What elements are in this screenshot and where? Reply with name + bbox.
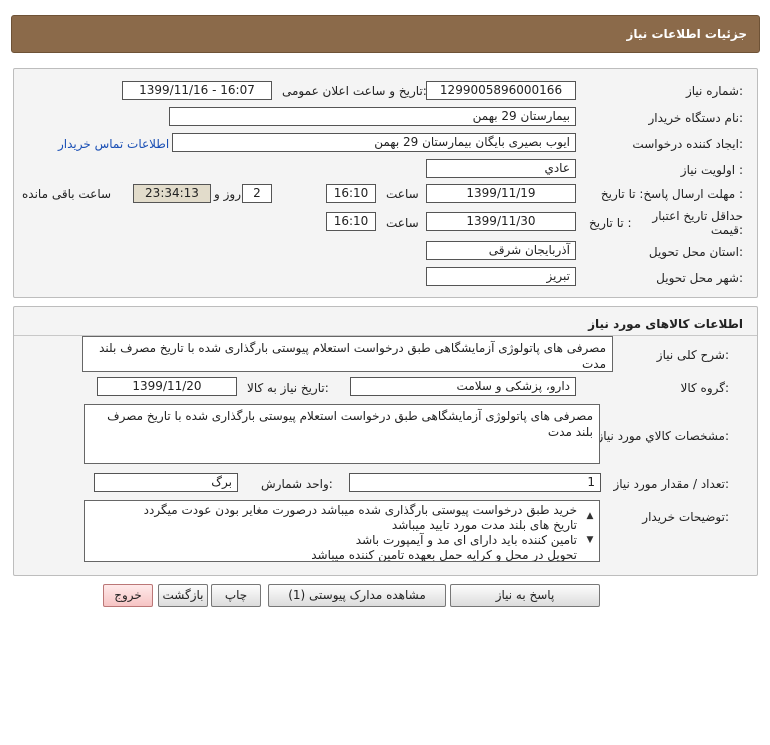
- specs-label: مشخصات کالاي مورد نیاز:: [597, 429, 729, 443]
- remaining-label: ساعت باقی مانده: [22, 187, 112, 201]
- general-desc-field: مصرفی های پاتولوژی آزمایشگاهی طبق درخواس…: [82, 336, 613, 372]
- buyer-notes-box[interactable]: خرید طبق درخواست پیوستی بارگذاری شده میب…: [84, 500, 600, 562]
- requester-field: ایوب بصیری بایگان بیمارستان 29 بهمن: [172, 133, 576, 152]
- province-field: آذربایجان شرقی: [426, 241, 576, 260]
- requester-label: ایجاد کننده درخواست:: [632, 137, 743, 151]
- priority-field: عادي: [426, 159, 576, 178]
- quantity-field: 1: [349, 473, 601, 492]
- days-remaining-field: 2: [242, 184, 272, 203]
- scroll-down-icon[interactable]: ▼: [585, 528, 595, 552]
- page-title: جزئیات اطلاعات نیاز: [626, 27, 747, 41]
- validity-label-line2: قیمت:: [710, 223, 743, 237]
- unit-field: برگ: [94, 473, 238, 492]
- deadline-time-field: 16:10: [326, 184, 376, 203]
- need-number-label: شماره نیاز:: [685, 84, 743, 98]
- notes-line: خرید طبق درخواست پیوستی بارگذاری شده میب…: [143, 503, 577, 517]
- goods-section-title: اطلاعات کالاهای مورد نیاز: [588, 317, 743, 331]
- days-label: روز و: [214, 187, 241, 201]
- scroll-up-icon[interactable]: ▲: [585, 504, 595, 528]
- validity-date-label: تا تاریخ :: [589, 216, 632, 230]
- need-info-panel: شماره نیاز: 1299005896000166 تاریخ و ساع…: [13, 68, 758, 298]
- validity-time-field: 16:10: [326, 212, 376, 231]
- general-desc-label: شرح کلی نیاز:: [656, 348, 729, 362]
- goods-group-label: گروه کالا:: [680, 381, 730, 395]
- goods-info-panel: اطلاعات کالاهای مورد نیاز شرح کلی نیاز: …: [13, 306, 758, 576]
- priority-label: اولویت نیاز :: [680, 163, 743, 177]
- page-header: جزئیات اطلاعات نیاز: [11, 15, 760, 53]
- notes-line: تاریخ های بلند مدت مورد تایید میباشد: [391, 518, 577, 532]
- validity-time-label: ساعت: [386, 216, 419, 230]
- buyer-org-label: نام دستگاه خریدار:: [648, 111, 744, 125]
- province-label: استان محل تحویل:: [648, 245, 743, 259]
- announce-label: تاریخ و ساعت اعلان عمومی:: [282, 84, 427, 98]
- goods-group-field: دارو، پزشکی و سلامت: [350, 377, 576, 396]
- remaining-time-field: 23:34:13: [133, 184, 211, 203]
- exit-button[interactable]: خروج: [103, 584, 153, 607]
- specs-field: مصرفی های پاتولوژی آزمایشگاهی طبق درخواس…: [84, 404, 600, 464]
- validity-date-field: 1399/11/30: [426, 212, 576, 231]
- need-date-label: تاریخ نیاز به کالا:: [247, 381, 329, 395]
- deadline-date-field: 1399/11/19: [426, 184, 576, 203]
- city-field: تبریز: [426, 267, 576, 286]
- notes-line: تحویل در محل و کرایه حمل بعهده تامین کنن…: [311, 548, 577, 562]
- announce-datetime-field: 1399/11/16 - 16:07: [122, 81, 272, 100]
- notes-line: تامین کننده باید دارای ای مد و آیمپورت ب…: [355, 533, 577, 547]
- back-button[interactable]: بازگشت: [158, 584, 208, 607]
- buyer-contact-link[interactable]: اطلاعات تماس خریدار: [58, 137, 169, 151]
- validity-label-line1: حداقل تاریخ اعتبار: [652, 209, 743, 223]
- buyer-org-field: بیمارستان 29 بهمن: [169, 107, 576, 126]
- reply-button[interactable]: پاسخ به نیاز: [450, 584, 600, 607]
- unit-label: واحد شمارش:: [261, 477, 333, 491]
- city-label: شهر محل تحویل:: [656, 271, 743, 285]
- need-date-field: 1399/11/20: [97, 377, 237, 396]
- notes-scrollbar[interactable]: ▲ ▼: [585, 504, 595, 552]
- buyer-notes-label: توضیحات خریدار:: [642, 510, 729, 524]
- need-number-field: 1299005896000166: [426, 81, 576, 100]
- view-attachments-button[interactable]: مشاهده مدارک پیوستی (1): [268, 584, 446, 607]
- deadline-time-label: ساعت: [386, 187, 419, 201]
- quantity-label: تعداد / مقدار مورد نیاز:: [613, 477, 729, 491]
- print-button[interactable]: چاپ: [211, 584, 261, 607]
- deadline-label: مهلت ارسال پاسخ: تا تاریخ :: [600, 187, 743, 201]
